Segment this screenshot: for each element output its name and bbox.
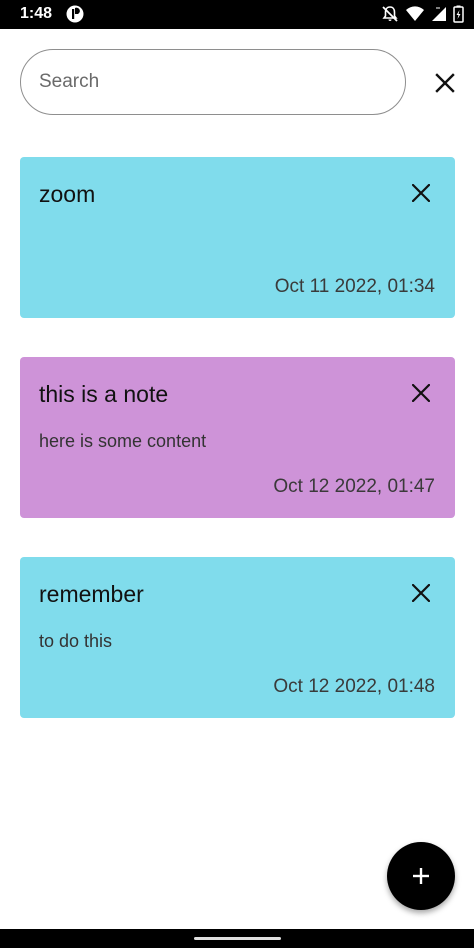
note-title: this is a note <box>39 381 169 407</box>
status-bar: 1:48 <box>0 0 474 29</box>
add-note-button[interactable] <box>387 842 455 910</box>
note-date: Oct 12 2022, 01:47 <box>273 476 435 497</box>
close-icon <box>412 584 430 602</box>
wifi-icon <box>405 5 425 23</box>
search-box <box>20 49 406 115</box>
note-card[interactable]: remember to do this Oct 12 2022, 01:48 <box>20 557 455 718</box>
battery-icon <box>453 5 464 23</box>
note-content: here is some content <box>39 431 207 451</box>
delete-note-button[interactable] <box>407 179 435 207</box>
note-title: remember <box>39 581 144 607</box>
search-input[interactable] <box>39 50 389 113</box>
home-gesture-handle[interactable] <box>194 937 281 940</box>
clear-search-button[interactable] <box>427 65 463 101</box>
notes-screen: 1:48 Search zoom Oct 11 2022, 01:34 this… <box>0 0 474 948</box>
note-content: to do this <box>39 631 113 651</box>
close-icon <box>412 384 430 402</box>
signal-icon <box>431 5 447 23</box>
navigation-bar <box>0 929 474 948</box>
note-card[interactable]: this is a note here is some content Oct … <box>20 357 455 518</box>
note-date: Oct 12 2022, 01:48 <box>273 676 435 697</box>
status-icons <box>381 5 464 23</box>
note-card[interactable]: zoom Oct 11 2022, 01:34 <box>20 157 455 318</box>
close-icon <box>435 73 455 93</box>
close-icon <box>412 184 430 202</box>
delete-note-button[interactable] <box>407 379 435 407</box>
mute-icon <box>381 5 399 23</box>
plus-icon <box>413 868 429 884</box>
delete-note-button[interactable] <box>407 579 435 607</box>
note-date: Oct 11 2022, 01:34 <box>274 276 435 297</box>
note-title: zoom <box>39 181 96 207</box>
status-time: 1:48 <box>20 5 53 22</box>
app-notification-icon <box>66 5 84 23</box>
